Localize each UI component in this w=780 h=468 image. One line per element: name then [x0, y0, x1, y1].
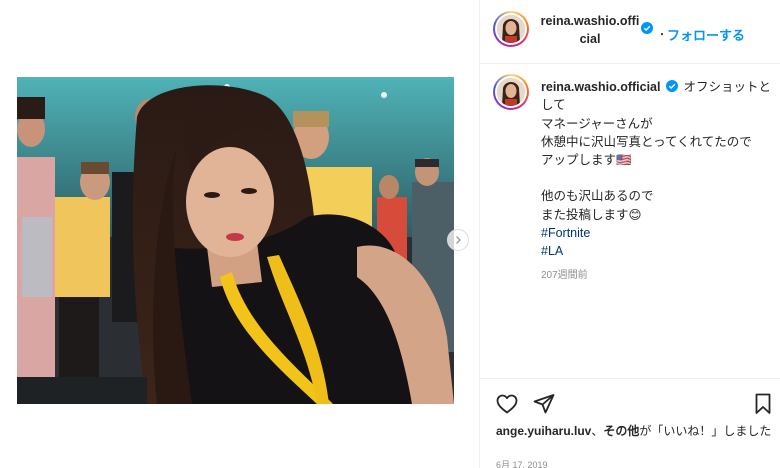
actions-bar: ange.yuiharu.luv、その他が「いいね！」しました 6月 17, 2…: [480, 378, 780, 468]
like-button[interactable]: [495, 392, 519, 416]
post-date[interactable]: 6月 17, 2019: [496, 458, 548, 468]
carousel-next-button[interactable]: [447, 229, 469, 251]
hashtag-link[interactable]: #Fortnite: [541, 224, 771, 242]
caption-line: アップします🇺🇸: [541, 153, 632, 168]
caption-line: また投稿します😊: [541, 207, 642, 222]
likes-separator: 、: [591, 424, 604, 438]
verified-badge-icon: [665, 80, 678, 92]
time-ago[interactable]: 207週間前: [541, 267, 771, 285]
post-header: reina.washio.official ・ フォローする: [480, 0, 780, 64]
caption-avatar[interactable]: [493, 74, 529, 110]
info-pane: reina.washio.official ・ フォローする reina.was…: [479, 0, 780, 468]
header-username[interactable]: reina.washio.official: [540, 12, 640, 48]
likes-summary: ange.yuiharu.luv、その他が「いいね！」しました: [496, 423, 776, 440]
caption-line: マネージャーさんが: [541, 116, 653, 131]
share-button[interactable]: [532, 392, 556, 416]
caption-line: 休憩中に沢山写真とってくれてたので: [541, 134, 752, 149]
caption-username[interactable]: reina.washio.official: [541, 80, 660, 94]
avatar[interactable]: [493, 11, 529, 47]
paper-plane-icon: [533, 394, 555, 414]
save-button[interactable]: [751, 392, 775, 416]
liker-username[interactable]: ange.yuiharu.luv: [496, 424, 591, 438]
heart-icon: [496, 394, 518, 414]
dot-separator: ・: [657, 30, 667, 41]
caption-line: 他のも沢山あるので: [541, 189, 654, 204]
follow-button[interactable]: フォローする: [667, 25, 745, 44]
post-photo[interactable]: [17, 77, 454, 404]
avatar-image: [497, 78, 525, 106]
avatar-image: [497, 15, 525, 43]
photo-illustration: [17, 77, 454, 404]
chevron-right-icon: [456, 236, 461, 244]
likes-others-link[interactable]: その他: [603, 424, 639, 438]
caption-text: reina.washio.official オフショットとして マネージャーさん…: [541, 78, 771, 285]
caption-area: reina.washio.official オフショットとして マネージャーさん…: [480, 65, 780, 378]
hashtag-link[interactable]: #LA: [541, 242, 771, 260]
media-pane: [0, 0, 478, 468]
likes-text: が「いいね！」しました: [639, 424, 772, 438]
verified-badge-icon: [641, 22, 653, 34]
bookmark-icon: [755, 393, 771, 414]
